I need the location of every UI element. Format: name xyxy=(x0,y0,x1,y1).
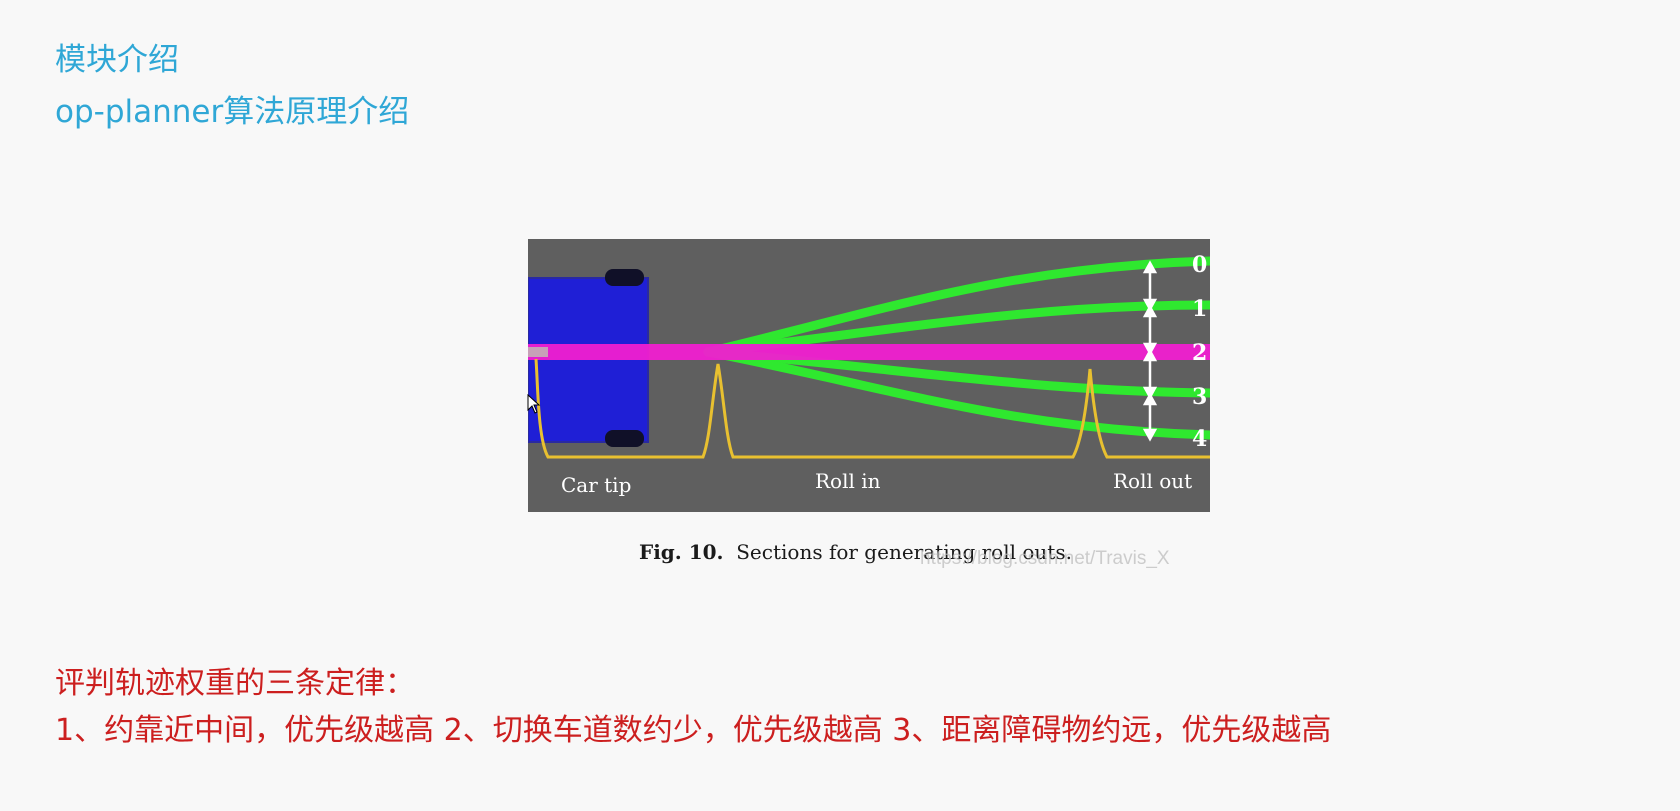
slide: 模块介绍 op-planner算法原理介绍 0 1 2 3 4 Car tip … xyxy=(0,0,1680,811)
rollout-diagram: 0 1 2 3 4 Car tip Roll in Roll out xyxy=(528,239,1210,512)
rollout-figure: 0 1 2 3 4 Car tip Roll in Roll out xyxy=(528,239,1210,512)
rollout-number-0: 0 xyxy=(1192,252,1207,278)
rules-heading: 评判轨迹权重的三条定律： xyxy=(55,666,415,701)
rollout-number-1: 1 xyxy=(1192,296,1207,322)
section-label-car-tip: Car tip xyxy=(561,473,631,497)
figure-number: Fig. 10. xyxy=(639,540,724,564)
rollout-number-3: 3 xyxy=(1192,384,1207,410)
section-label-roll-in: Roll in xyxy=(815,469,881,493)
center-path xyxy=(528,344,1210,360)
watermark: https://blog.csdn.net/Travis_X xyxy=(920,548,1170,569)
rollout-number-4: 4 xyxy=(1192,426,1207,452)
mouse-cursor-icon xyxy=(527,394,541,414)
page-title: 模块介绍 xyxy=(55,42,179,78)
rules-text: 1、约靠近中间，优先级越高 2、切换车道数约少，优先级越高 3、距离障碍物约远，… xyxy=(55,713,1332,748)
page-subtitle: op-planner算法原理介绍 xyxy=(55,94,410,130)
rollout-number-2: 2 xyxy=(1192,340,1207,366)
section-label-roll-out: Roll out xyxy=(1113,469,1192,493)
